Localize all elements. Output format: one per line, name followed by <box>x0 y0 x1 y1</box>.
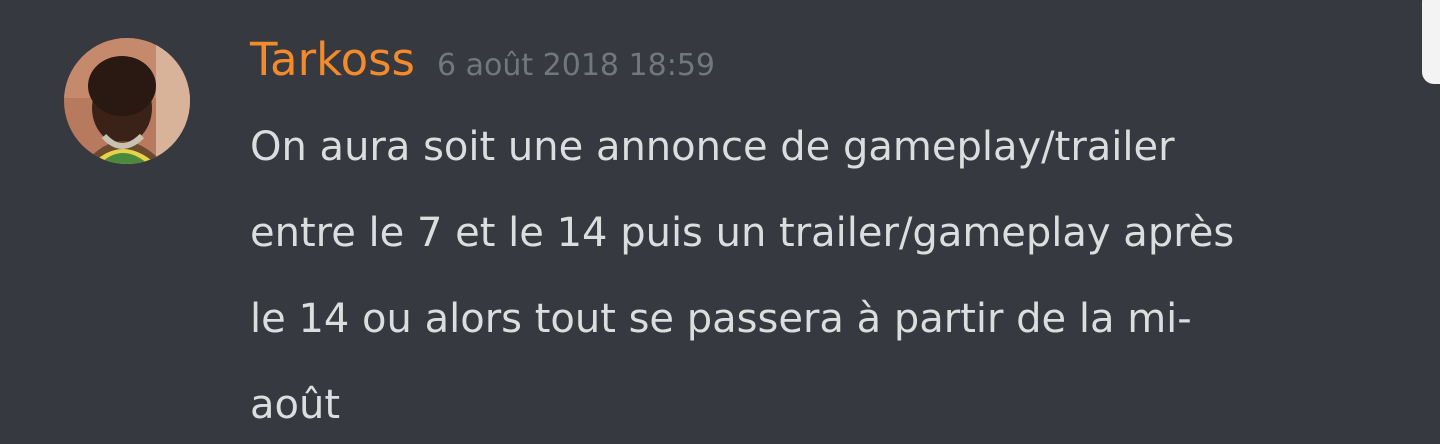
message-line: On aura soit une annonce de gameplay/tra… <box>250 124 1175 170</box>
chat-message: Tarkoss 6 août 2018 18:59 On aura soit u… <box>0 0 1440 444</box>
author-name[interactable]: Tarkoss <box>250 30 415 90</box>
message-timestamp: 6 août 2018 18:59 <box>437 48 716 83</box>
avatar[interactable] <box>64 38 190 164</box>
avatar-photo <box>64 38 190 164</box>
chat-view: Tarkoss 6 août 2018 18:59 On aura soit u… <box>0 0 1440 444</box>
message-content: On aura soit une annonce de gameplay/tra… <box>250 104 1390 444</box>
message-line: août <box>250 382 341 428</box>
message-header: Tarkoss 6 août 2018 18:59 <box>250 30 715 94</box>
message-line: entre le 7 et le 14 puis un trailer/game… <box>250 210 1235 256</box>
scrollbar-thumb[interactable] <box>1422 0 1440 84</box>
message-line: le 14 ou alors tout se passera à partir … <box>250 296 1192 342</box>
